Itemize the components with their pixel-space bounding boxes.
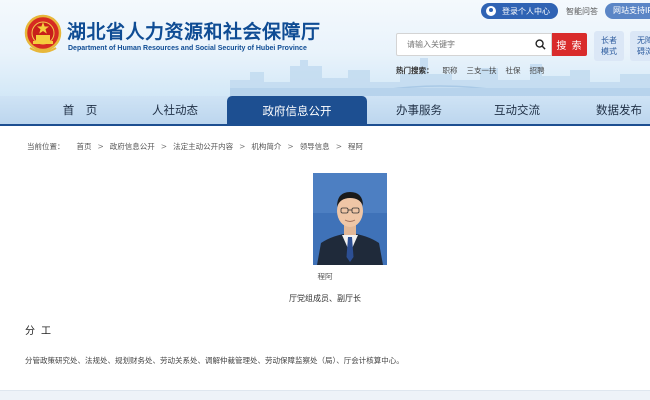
- breadcrumb: 当前位置： 首页 > 政府信息公开 > 法定主动公开内容 > 机构简介 > 领导…: [27, 141, 363, 152]
- elderly-mode-line2: 模式: [601, 47, 617, 56]
- hot-search-term[interactable]: 职称: [443, 65, 458, 76]
- user-icon: [486, 6, 496, 16]
- breadcrumb-link[interactable]: 机构简介: [251, 141, 281, 152]
- breadcrumb-link[interactable]: 领导信息: [300, 141, 330, 152]
- site-title[interactable]: 湖北省人力资源和社会保障厅: [67, 17, 321, 44]
- footer-strip: [0, 390, 650, 400]
- breadcrumb-link[interactable]: 法定主动公开内容: [173, 141, 233, 152]
- elderly-mode-button[interactable]: 长者 模式: [594, 31, 624, 61]
- leader-portrait-photo: [313, 173, 387, 265]
- breadcrumb-separator-icon: >: [335, 142, 342, 151]
- main-nav: 首 页 人社动态 政府信息公开 办事服务 互动交流 数据发布: [0, 96, 650, 126]
- hot-search-term[interactable]: 社保: [506, 65, 521, 76]
- breadcrumb-separator-icon: >: [239, 142, 246, 151]
- hot-search-row: 热门搜索： 职称 三支一扶 社保 招聘: [396, 65, 545, 76]
- breadcrumb-label: 当前位置：: [27, 142, 65, 151]
- breadcrumb-separator-icon: >: [97, 142, 104, 151]
- breadcrumb-link[interactable]: 政府信息公开: [110, 141, 155, 152]
- nav-item-news[interactable]: 人社动态: [140, 96, 210, 124]
- elderly-mode-line1: 长者: [601, 36, 617, 45]
- accessibility-mode-button[interactable]: 无障 碍浏: [630, 31, 650, 61]
- hot-search-label: 热门搜索：: [396, 66, 434, 75]
- leader-name: 程阿: [317, 272, 333, 281]
- hot-search-term[interactable]: 招聘: [530, 65, 545, 76]
- accessibility-mode-line2: 碍浏: [637, 47, 650, 56]
- breadcrumb-current: 程阿: [347, 142, 363, 151]
- breadcrumb-separator-icon: >: [160, 142, 168, 151]
- login-personal-center-button[interactable]: 登录个人中心: [481, 3, 558, 19]
- accessibility-mode-line1: 无障: [637, 36, 650, 45]
- nav-item-home[interactable]: 首 页: [45, 96, 115, 124]
- login-label: 登录个人中心: [502, 6, 550, 16]
- search-icon[interactable]: [535, 39, 546, 50]
- search-button[interactable]: 搜 索: [552, 33, 587, 56]
- breadcrumb-link[interactable]: 首页: [77, 141, 92, 152]
- duties-heading: 分工: [25, 326, 57, 337]
- national-emblem-icon: [24, 14, 62, 53]
- header-banner: 湖北省人力资源和社会保障厅 Department of Human Resour…: [0, 0, 650, 96]
- ipv6-support-badge[interactable]: 网站支持IPv6: [605, 3, 650, 19]
- search-input[interactable]: [396, 33, 552, 56]
- nav-item-gov-info[interactable]: 政府信息公开: [227, 96, 367, 126]
- smart-qa-link[interactable]: 智能问答: [566, 6, 598, 17]
- hot-search-term[interactable]: 三支一扶: [467, 65, 497, 76]
- nav-item-services[interactable]: 办事服务: [384, 96, 454, 124]
- duties-text: 分管政策研究处、法规处、规划财务处、劳动关系处、调解仲裁管理处、劳动保障监察处（…: [25, 356, 404, 365]
- nav-item-interaction[interactable]: 互动交流: [482, 96, 552, 124]
- leader-position: 厅党组成员、副厅长: [289, 294, 361, 303]
- site-subtitle: Department of Human Resources and Social…: [68, 45, 307, 52]
- breadcrumb-separator-icon: >: [287, 142, 294, 151]
- nav-item-data[interactable]: 数据发布: [584, 96, 650, 124]
